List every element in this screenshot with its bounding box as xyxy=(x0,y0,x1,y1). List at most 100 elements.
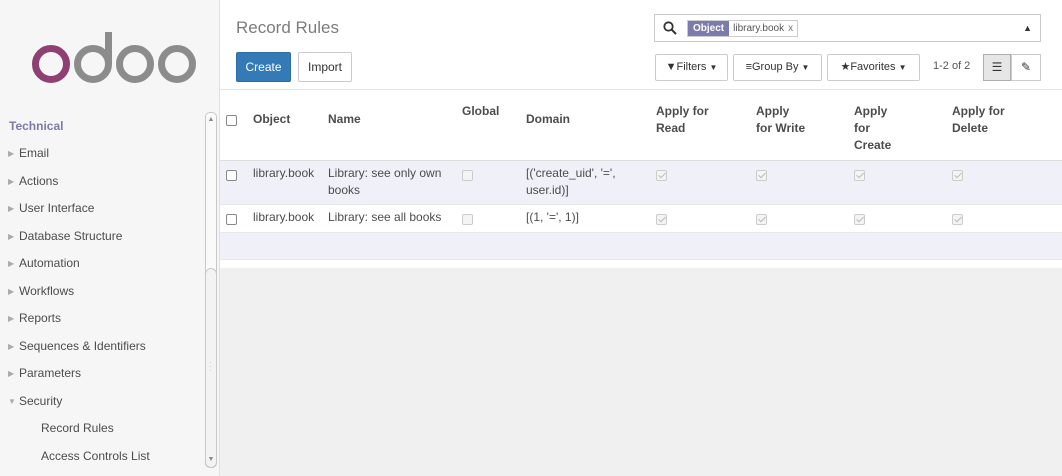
search-input[interactable]: Object library.book x ▲ xyxy=(654,14,1041,42)
caret-right-icon: ▶ xyxy=(8,176,15,186)
sidebar-item-user-interface[interactable]: ▶ User Interface xyxy=(0,195,205,223)
sidebar-item-label: Parameters xyxy=(19,366,82,380)
column-header-apply-read[interactable]: Apply for Read xyxy=(650,90,750,161)
global-checkbox xyxy=(462,213,473,225)
caret-right-icon: ▶ xyxy=(8,369,15,379)
cell-name: Library: see only own books xyxy=(322,160,456,205)
caret-right-icon: ▶ xyxy=(8,341,15,351)
favorites-button[interactable]: ★Favorites ▼ xyxy=(827,54,920,81)
list-view: Object Name Global Domain Apply for Read… xyxy=(220,90,1062,476)
column-header-apply-create[interactable]: Apply for Create xyxy=(848,90,946,161)
caret-right-icon: ▶ xyxy=(8,204,15,214)
apply-read-checkbox xyxy=(656,213,667,225)
sidebar-item-actions[interactable]: ▶ Actions xyxy=(0,168,205,196)
create-button[interactable]: Create xyxy=(236,52,291,82)
table-row[interactable]: library.book Library: see only own books… xyxy=(220,160,1062,205)
apply-create-checkbox xyxy=(854,169,865,181)
apply-read-checkbox xyxy=(656,169,667,181)
pager-value[interactable]: 1-2 of 2 xyxy=(933,60,970,72)
sidebar: Technical ▶ Email ▶ Actions ▶ User Interfac… xyxy=(0,0,220,476)
sidebar-item-workflows[interactable]: ▶ Workflows xyxy=(0,278,205,306)
table-header: Object Name Global Domain Apply for Read… xyxy=(220,90,1062,161)
cell-name: Library: see all books xyxy=(322,204,456,233)
import-button[interactable]: Import xyxy=(298,52,352,82)
sidebar-item-label: Automation xyxy=(19,256,80,270)
caret-right-icon: ▶ xyxy=(8,259,15,269)
apply-write-checkbox xyxy=(756,213,767,225)
caret-down-icon: ▼ xyxy=(709,63,718,72)
sidebar-section-technical[interactable]: Technical xyxy=(0,112,205,140)
apply-delete-checkbox xyxy=(952,169,963,181)
favorites-label: Favorites xyxy=(850,61,896,73)
sidebar-item-label: User Interface xyxy=(19,201,95,215)
record-rules-table: Object Name Global Domain Apply for Read… xyxy=(220,90,1062,287)
list-view-button[interactable]: ☰ xyxy=(983,54,1011,81)
sidebar-item-label: Workflows xyxy=(19,283,75,298)
scroll-down-icon[interactable]: ▼ xyxy=(206,454,216,466)
edit-icon: ✎ xyxy=(1020,60,1032,74)
column-header-apply-delete[interactable]: Apply for Delete xyxy=(946,90,1062,161)
global-checkbox xyxy=(462,169,473,181)
sidebar-item-automation[interactable]: ▶ Automation xyxy=(0,250,205,278)
column-header-global[interactable]: Global xyxy=(456,90,520,161)
sidebar-item-label: Actions xyxy=(19,173,59,188)
filters-button[interactable]: ▼Filters ▼ xyxy=(655,54,728,81)
group-by-button[interactable]: ≡Group By ▼ xyxy=(733,54,822,81)
search-facet[interactable]: Object library.book x xyxy=(687,20,799,37)
odoo-logo[interactable] xyxy=(32,26,202,86)
row-select-checkbox[interactable] xyxy=(226,169,237,181)
row-select-checkbox[interactable] xyxy=(226,213,237,225)
facet-value: library.book xyxy=(733,23,785,34)
sidebar-item-security[interactable]: ▼ Security xyxy=(0,388,205,416)
caret-down-icon: ▼ xyxy=(898,63,907,72)
caret-down-icon: ▼ xyxy=(8,396,16,406)
sidebar-subitem-access-controls[interactable]: Access Controls List xyxy=(0,443,205,471)
cell-object: library.book xyxy=(247,160,322,205)
scrollbar-thumb[interactable]: · · · xyxy=(205,268,217,468)
control-panel: Record Rules Create Import Object librar… xyxy=(220,0,1062,90)
sidebar-subitem-record-rules[interactable]: Record Rules xyxy=(0,415,205,443)
caret-right-icon: ▶ xyxy=(8,149,15,159)
cell-domain: [(1, '=', 1)] xyxy=(520,204,650,233)
sidebar-item-label: Security xyxy=(19,393,63,408)
scroll-up-icon[interactable]: ▲ xyxy=(206,114,216,126)
empty-row xyxy=(220,232,1062,260)
column-header-object[interactable]: Object xyxy=(247,90,322,161)
sidebar-item-database-structure[interactable]: ▶ Database Structure xyxy=(0,223,205,251)
sidebar-item-label: Email xyxy=(19,146,50,160)
table-row[interactable]: library.book Library: see all books [(1,… xyxy=(220,204,1062,233)
form-view-button[interactable]: ✎ xyxy=(1011,54,1041,81)
sidebar-item-label: Sequences & Identifiers xyxy=(19,338,146,353)
apply-create-checkbox xyxy=(854,213,865,225)
caret-right-icon: ▶ xyxy=(8,314,15,324)
column-header-apply-write[interactable]: Apply for Write xyxy=(750,90,848,161)
sidebar-menu: Technical ▶ Email ▶ Actions ▶ User Interfac… xyxy=(0,112,205,470)
facet-remove-icon[interactable]: x xyxy=(788,21,797,36)
sidebar-item-email[interactable]: ▶ Email xyxy=(0,140,205,168)
content-background xyxy=(220,268,1062,476)
group-by-label: Group By xyxy=(751,61,799,73)
select-all-checkbox[interactable] xyxy=(226,114,237,126)
caret-right-icon: ▶ xyxy=(8,231,15,241)
apply-delete-checkbox xyxy=(952,213,963,225)
filters-label: Filters xyxy=(676,61,707,73)
caret-right-icon: ▶ xyxy=(8,286,15,296)
column-header-name[interactable]: Name xyxy=(322,90,456,161)
sidebar-item-label: Reports xyxy=(19,311,62,325)
sidebar-scrollbar[interactable]: ▲ · · · ▼ xyxy=(205,112,217,468)
search-icon xyxy=(663,21,677,35)
cell-object: library.book xyxy=(247,204,322,233)
column-header-domain[interactable]: Domain xyxy=(520,90,650,161)
search-options-toggle-icon[interactable]: ▲ xyxy=(1023,23,1032,33)
filter-icon: ▼ xyxy=(665,61,677,73)
sidebar-item-label: Database Structure xyxy=(19,228,123,243)
sidebar-item-parameters[interactable]: ▶ Parameters xyxy=(0,360,205,388)
facet-category: Object xyxy=(688,21,730,36)
grip-icon: · · · xyxy=(209,358,212,375)
sidebar-item-sequences[interactable]: ▶ Sequences & Identifiers xyxy=(0,333,205,361)
apply-write-checkbox xyxy=(756,169,767,181)
cell-domain: [('create_uid', '=', user.id)] xyxy=(520,160,650,205)
sidebar-item-reports[interactable]: ▶ Reports xyxy=(0,305,205,333)
list-icon: ☰ xyxy=(991,60,1003,74)
caret-down-icon: ▼ xyxy=(801,63,810,72)
